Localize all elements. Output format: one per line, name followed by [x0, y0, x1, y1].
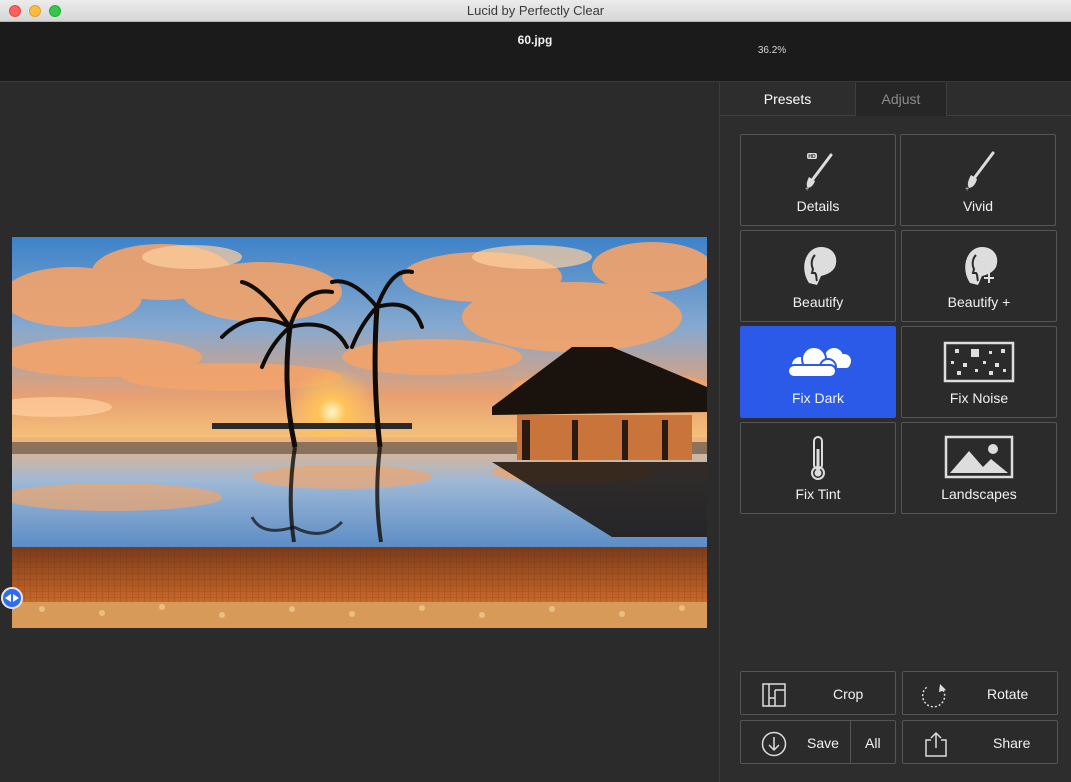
preset-fix-noise[interactable]: Fix Noise [901, 326, 1057, 418]
paintbrush-icon: + [901, 147, 1055, 193]
preset-fix-dark[interactable]: Fix Dark [740, 326, 896, 418]
preset-fix-tint[interactable]: Fix Tint [740, 422, 896, 514]
paintbrush-hd-icon: HD + [741, 147, 895, 193]
clouds-icon [741, 339, 895, 385]
window-titlebar: Lucid by Perfectly Clear [0, 0, 1071, 22]
file-name: 60.jpg [517, 33, 553, 47]
preset-label: Beautify + [947, 294, 1011, 310]
preset-details[interactable]: HD + Details [740, 134, 896, 226]
panel-tabs: Presets Adjust [720, 83, 1071, 116]
save-button-group: Save All [740, 720, 896, 764]
preset-label: Beautify [792, 294, 844, 310]
face-profile-icon [741, 243, 895, 289]
svg-text:+: + [805, 186, 809, 193]
zoom-level: 36.2% [757, 45, 787, 56]
save-separator [850, 721, 851, 763]
preset-beautify[interactable]: Beautify [740, 230, 896, 322]
preset-label: Fix Noise [949, 390, 1009, 406]
save-download-icon[interactable] [761, 731, 787, 757]
share-button[interactable]: Share [902, 720, 1058, 764]
crop-label: Crop [833, 686, 864, 702]
save-label[interactable]: Save [807, 735, 839, 751]
crop-button[interactable]: Crop [740, 671, 896, 715]
before-after-split-handle[interactable] [1, 587, 23, 609]
face-profile-plus-icon [902, 243, 1056, 289]
share-icon [923, 731, 949, 757]
preset-beautify-plus[interactable]: Beautify + [901, 230, 1057, 322]
share-label: Share [993, 735, 1031, 751]
window-title: Lucid by Perfectly Clear [466, 3, 605, 18]
svg-text:+: + [965, 186, 969, 193]
info-bar: 60.jpg 36.2% [0, 22, 1071, 82]
preset-label: Vivid [962, 198, 994, 214]
rotate-icon [921, 682, 947, 708]
photo-preview[interactable] [12, 237, 707, 628]
thermometer-icon [741, 435, 895, 481]
preset-label: Fix Tint [795, 486, 841, 502]
tab-adjust[interactable]: Adjust [855, 83, 947, 116]
preset-label: Details [796, 198, 840, 214]
save-all-button[interactable]: All [865, 735, 881, 751]
noise-frame-icon [902, 339, 1056, 385]
rotate-button[interactable]: Rotate [902, 671, 1058, 715]
right-panel: Presets Adjust HD + Details + Vivid Beau… [720, 83, 1071, 782]
preset-label: Fix Dark [791, 390, 845, 406]
preset-landscapes[interactable]: Landscapes [901, 422, 1057, 514]
tab-presets[interactable]: Presets [720, 83, 855, 116]
rotate-label: Rotate [987, 686, 1029, 702]
image-canvas [0, 83, 719, 782]
landscape-picture-icon [902, 435, 1056, 481]
preset-label: Landscapes [941, 486, 1017, 502]
preset-vivid[interactable]: + Vivid [900, 134, 1056, 226]
crop-icon [761, 682, 787, 708]
svg-text:HD: HD [808, 154, 816, 160]
